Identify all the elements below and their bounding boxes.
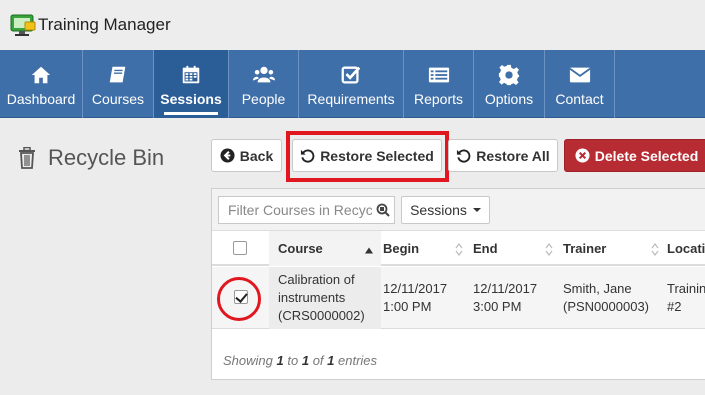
nav-label: Contact bbox=[555, 90, 604, 107]
recycle-bin-panel: Sessions Course Begin End Trainer Locati… bbox=[211, 188, 705, 380]
nav-item-sessions[interactable]: Sessions bbox=[154, 50, 229, 118]
envelope-icon bbox=[568, 67, 591, 82]
home-icon bbox=[31, 66, 51, 83]
location-cell: Trainin #2 bbox=[667, 267, 705, 329]
nav-item-courses[interactable]: Courses bbox=[83, 50, 154, 118]
times-circle-icon bbox=[575, 148, 590, 163]
table-row[interactable]: Calibration of instruments (CRS0000002) … bbox=[212, 267, 705, 329]
nav-label: Requirements bbox=[307, 90, 395, 107]
back-button-label: Back bbox=[239, 147, 274, 164]
nav-item-reports[interactable]: Reports bbox=[404, 50, 474, 118]
nav-item-people[interactable]: People bbox=[229, 50, 299, 118]
restore-all-button[interactable]: Restore All bbox=[448, 139, 558, 172]
gear-icon bbox=[498, 64, 520, 85]
footer-text: Showing bbox=[223, 353, 273, 368]
course-cell: Calibration of instruments (CRS0000002) bbox=[269, 267, 381, 329]
location-number: #2 bbox=[667, 299, 682, 314]
course-id: (CRS0000002) bbox=[278, 308, 365, 323]
nav-item-contact[interactable]: Contact bbox=[545, 50, 615, 118]
column-header-label: End bbox=[473, 241, 498, 256]
sort-asc-icon bbox=[365, 247, 373, 254]
course-name: instruments bbox=[278, 290, 346, 305]
trainer-name: Smith, Jane bbox=[563, 281, 632, 296]
pagination-info: Showing 1 to 1 of 1 entries bbox=[223, 353, 377, 368]
list-icon bbox=[428, 67, 449, 82]
restore-all-label: Restore All bbox=[476, 147, 550, 164]
trainer-cell: Smith, Jane (PSN0000003) bbox=[561, 267, 667, 329]
delete-selected-button[interactable]: Delete Selected bbox=[564, 139, 705, 172]
restore-selected-highlight bbox=[286, 131, 449, 182]
sessions-dropdown-label: Sessions bbox=[410, 202, 467, 218]
arrow-left-circle-icon bbox=[220, 148, 235, 163]
course-name: Calibration of bbox=[278, 272, 355, 287]
footer-text: entries bbox=[338, 353, 378, 368]
footer-text: to bbox=[287, 353, 299, 368]
footer-total: 1 bbox=[327, 353, 335, 368]
location-name: Trainin bbox=[667, 281, 705, 296]
checkbox-highlight-circle bbox=[217, 277, 261, 321]
calendar-icon bbox=[182, 65, 200, 83]
nav-label: Courses bbox=[91, 90, 145, 107]
nav-label: Reports bbox=[413, 90, 464, 107]
title-bar: Training Manager bbox=[0, 0, 705, 50]
trash-icon bbox=[19, 147, 35, 169]
filter-input[interactable] bbox=[218, 196, 395, 224]
nav-label: Dashboard bbox=[6, 90, 76, 107]
column-header-label: Locatio bbox=[667, 241, 705, 256]
book-icon bbox=[109, 66, 126, 82]
sort-icon bbox=[455, 243, 463, 256]
begin-cell: 12/11/2017 1:00 PM bbox=[381, 267, 471, 329]
table-header: Course Begin End Trainer Locatio bbox=[212, 231, 705, 266]
select-all-checkbox[interactable] bbox=[233, 241, 247, 255]
sort-icon bbox=[545, 243, 553, 256]
undo-icon bbox=[457, 149, 471, 163]
footer-to: 1 bbox=[301, 353, 310, 368]
nav-label: Sessions bbox=[160, 90, 222, 107]
column-header-course[interactable]: Course bbox=[269, 231, 381, 266]
app-title: Training Manager bbox=[38, 15, 171, 34]
app-logo-icon bbox=[10, 14, 36, 36]
checkbox-icon bbox=[341, 66, 361, 83]
search-icon bbox=[376, 203, 390, 217]
delete-selected-label: Delete Selected bbox=[594, 147, 699, 164]
column-header-begin[interactable]: Begin bbox=[381, 231, 471, 266]
end-date: 12/11/2017 bbox=[473, 281, 538, 296]
table-toolbar: Sessions bbox=[212, 189, 705, 231]
sessions-dropdown[interactable]: Sessions bbox=[401, 196, 490, 224]
nav-label: People bbox=[241, 90, 286, 107]
column-header-location[interactable]: Locatio bbox=[667, 231, 705, 266]
main-nav: Dashboard Courses Sessions People Requir… bbox=[0, 50, 705, 118]
end-cell: 12/11/2017 3:00 PM bbox=[471, 267, 561, 329]
users-icon bbox=[252, 66, 275, 82]
footer-text: of bbox=[312, 353, 324, 368]
column-header-trainer[interactable]: Trainer bbox=[561, 231, 667, 266]
column-header-label: Course bbox=[278, 241, 323, 256]
begin-date: 12/11/2017 bbox=[383, 281, 448, 296]
begin-time: 1:00 PM bbox=[383, 299, 432, 314]
nav-label: Options bbox=[484, 90, 534, 107]
caret-down-icon bbox=[472, 208, 481, 212]
nav-item-dashboard[interactable]: Dashboard bbox=[0, 50, 83, 118]
column-header-label: Begin bbox=[383, 241, 420, 256]
page-heading: Recycle Bin bbox=[18, 145, 164, 171]
sort-icon bbox=[651, 243, 659, 256]
select-all-cell bbox=[212, 231, 269, 266]
back-button[interactable]: Back bbox=[211, 139, 282, 172]
column-header-label: Trainer bbox=[563, 241, 607, 256]
page-title: Recycle Bin bbox=[48, 145, 165, 170]
nav-item-requirements[interactable]: Requirements bbox=[299, 50, 404, 118]
footer-from: 1 bbox=[276, 353, 284, 368]
end-time: 3:00 PM bbox=[473, 299, 522, 314]
column-header-end[interactable]: End bbox=[471, 231, 561, 266]
nav-item-options[interactable]: Options bbox=[474, 50, 545, 118]
trainer-id: (PSN0000003) bbox=[563, 299, 649, 314]
